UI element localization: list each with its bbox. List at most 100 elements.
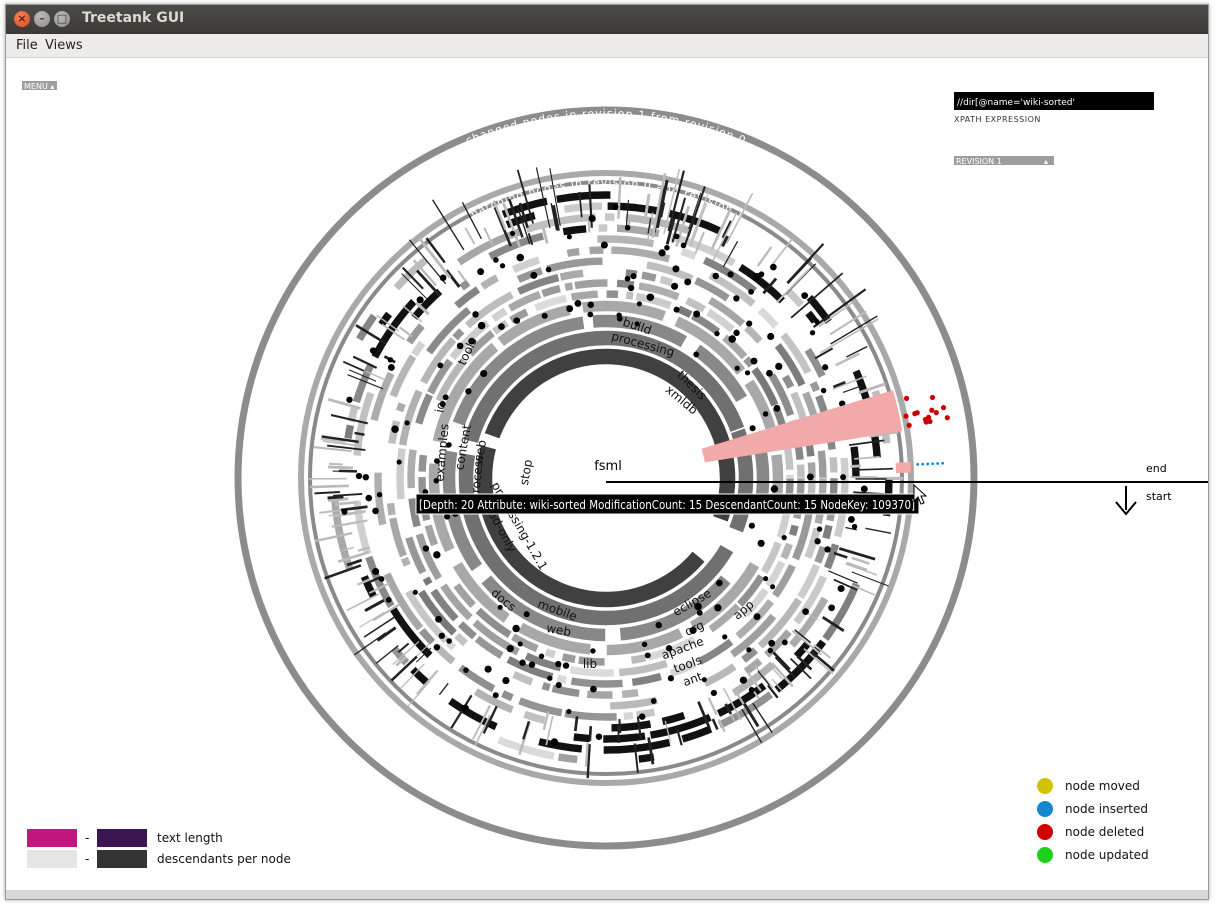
node-dot[interactable] [587,301,595,308]
sunburst-outer-segment[interactable] [572,732,591,743]
sunburst-outer-segment[interactable] [828,456,839,474]
node-dot[interactable] [802,608,809,616]
node-dot[interactable] [396,459,402,465]
node-dot[interactable] [673,306,680,313]
sunburst-outer-segment[interactable] [550,684,581,698]
node-dot[interactable] [822,364,829,371]
node-dot[interactable] [630,273,637,280]
node-dot[interactable] [766,369,773,377]
node-dot[interactable] [638,713,646,720]
node-dot[interactable] [362,473,369,481]
node-dot[interactable] [714,330,720,337]
node-dot[interactable] [516,253,524,262]
node-dot[interactable] [530,271,538,279]
sunburst-outer-segment[interactable] [816,449,828,479]
sunburst-svg[interactable]: changed nodes in revision 1 from revisio… [6,58,1208,890]
node-dot[interactable] [624,275,631,282]
node-dot[interactable] [644,652,651,659]
deleted-node-dot[interactable] [929,394,936,401]
node-dot[interactable] [770,485,779,493]
node-dot[interactable] [547,675,553,681]
node-dot[interactable] [555,660,562,668]
deleted-node-dot[interactable] [940,405,947,411]
node-dot[interactable] [412,589,418,595]
node-dot[interactable] [510,230,516,237]
node-dot[interactable] [851,523,858,530]
node-dot[interactable] [767,647,774,654]
node-dot[interactable] [680,242,687,249]
node-dot[interactable] [480,369,488,378]
revision-dropdown-label[interactable]: REVISION 1 [956,157,1002,166]
node-dot[interactable] [727,271,734,278]
sunburst-outer-segment[interactable] [640,270,658,283]
sunburst-outer-segment[interactable] [570,289,599,302]
node-dot[interactable] [612,204,619,210]
sunburst-outer-segment[interactable] [386,502,397,517]
node-dot[interactable] [512,624,520,633]
node-dot[interactable] [477,321,486,330]
node-dot[interactable] [438,632,445,639]
node-dot[interactable] [378,576,385,582]
node-dot[interactable] [566,709,572,715]
node-dot[interactable] [387,357,394,363]
sunburst-outer-segment[interactable] [343,423,355,440]
node-dot[interactable] [744,370,751,376]
node-dot[interactable] [341,508,348,515]
node-dot[interactable] [369,347,377,354]
node-dot[interactable] [712,272,719,280]
node-dot[interactable] [574,299,582,307]
inserted-node-dot[interactable] [916,462,920,466]
sunburst-outer-segment[interactable] [743,323,764,345]
sunburst-outer-segment[interactable] [479,273,500,291]
node-dot[interactable] [710,689,717,697]
sunburst-outer-segment[interactable] [370,298,418,360]
node-dot[interactable] [590,648,596,654]
node-dot[interactable] [840,474,847,481]
node-dot[interactable] [768,639,776,647]
sunburst-outer-segment[interactable] [849,445,861,479]
sunburst-outer-segment[interactable] [500,689,515,703]
node-dot[interactable] [502,676,510,685]
inserted-node-dot[interactable] [936,462,940,465]
node-dot[interactable] [646,293,655,302]
node-dot[interactable] [493,257,499,263]
node-dot[interactable] [387,364,395,371]
sunburst-outer-segment[interactable] [562,201,603,214]
node-dot[interactable] [696,609,703,616]
node-dot[interactable] [617,315,623,322]
deleted-node-dot[interactable] [903,413,909,419]
sunburst-outer-segment[interactable] [785,474,795,479]
node-dot[interactable] [641,641,648,648]
node-dot[interactable] [484,665,492,673]
node-dot[interactable] [722,634,728,640]
sunburst-outer-segment[interactable] [395,401,407,413]
node-dot[interactable] [672,265,680,273]
node-dot[interactable] [801,292,809,300]
node-dot[interactable] [435,615,442,623]
node-dot[interactable] [555,682,562,689]
sunburst-outer-segment[interactable] [606,289,619,299]
node-dot[interactable] [860,485,868,493]
node-dot[interactable] [671,282,679,290]
node-dot[interactable] [820,387,827,394]
node-dot[interactable] [824,546,831,553]
sunburst-outer-segment[interactable] [406,448,418,489]
xpath-input-value[interactable]: //dir[@name='wiki-sorted' [957,98,1075,108]
close-window-button[interactable]: × [14,11,30,27]
node-dot[interactable] [746,320,753,327]
sunburst-outer-segment[interactable] [779,542,794,561]
node-dot[interactable] [595,733,603,740]
node-dot[interactable] [566,234,572,240]
node-dot[interactable] [750,357,758,365]
sunburst-outer-segment[interactable] [563,281,574,292]
node-dot[interactable] [545,266,552,273]
node-dot[interactable] [506,644,514,653]
node-dot[interactable] [734,365,740,371]
node-dot[interactable] [816,526,823,532]
node-dot[interactable] [404,420,410,426]
deleted-node-dot[interactable] [906,422,912,428]
sunburst-outer-segment[interactable] [781,373,795,390]
node-dot[interactable] [538,653,545,659]
node-dot[interactable] [433,644,441,651]
node-dot[interactable] [517,641,523,647]
